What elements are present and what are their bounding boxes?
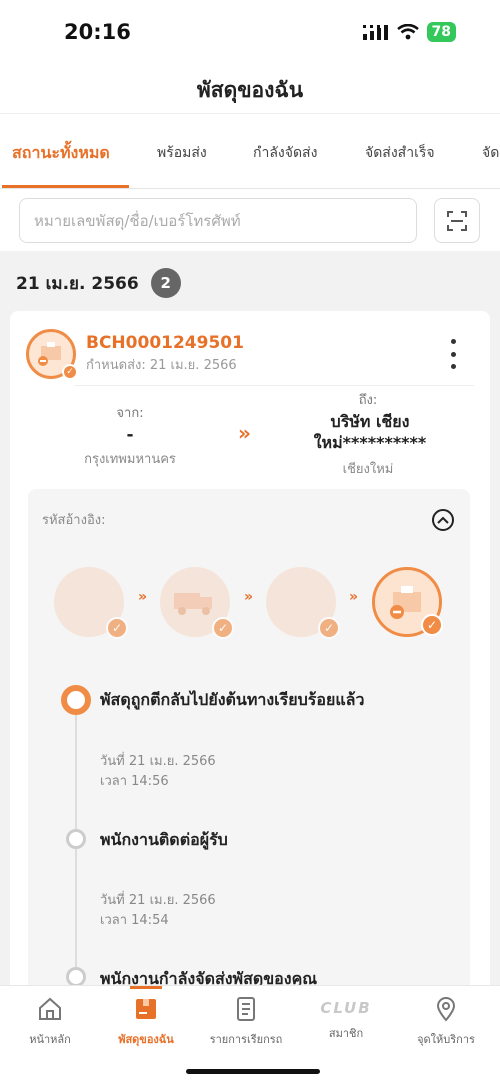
active-tab-indicator xyxy=(2,185,129,188)
cellular-signal-icon xyxy=(362,25,388,40)
timeline-line xyxy=(75,707,77,1001)
home-icon xyxy=(39,997,61,1020)
tab-in-transit[interactable]: กำลังจัดส่ง xyxy=(253,142,317,164)
step-out-for-delivery: ✓ xyxy=(266,567,340,639)
check-icon: ✓ xyxy=(318,617,340,639)
wifi-icon xyxy=(396,24,419,40)
nav-label: พัสดุของฉัน xyxy=(118,1033,174,1046)
chevron-right-icon: » xyxy=(349,589,359,605)
nav-service-points[interactable]: จุดให้บริการ xyxy=(396,996,496,1048)
nav-label: สมาชิก xyxy=(328,1027,364,1040)
chevron-right-icon: » xyxy=(244,589,254,605)
timeline-dot-current xyxy=(61,685,91,715)
step-returned: ✓ xyxy=(372,567,443,637)
search-input[interactable] xyxy=(19,198,417,243)
divider xyxy=(74,385,474,386)
step-in-transit: ✓ xyxy=(160,567,234,639)
sender-city: กรุงเทพมหานคร xyxy=(84,452,176,467)
collapse-button[interactable] xyxy=(432,509,454,531)
double-chevron-right-icon: » xyxy=(238,421,251,445)
check-icon: ✓ xyxy=(212,617,234,639)
scan-button[interactable] xyxy=(434,198,480,243)
page-title: พัสดุของฉัน xyxy=(196,78,304,102)
date-group-header: 21 เม.ย. 2566 2 xyxy=(16,268,181,298)
step-picked-up: ✓ xyxy=(54,567,128,639)
club-icon: CLUB xyxy=(320,999,372,1017)
battery-indicator: 78 xyxy=(426,22,456,42)
nav-home[interactable]: หน้าหลัก xyxy=(0,996,100,1048)
document-icon xyxy=(237,997,255,1021)
event-time: เวลา 14:56 xyxy=(100,774,169,789)
active-nav-indicator xyxy=(130,986,162,989)
nav-label: หน้าหลัก xyxy=(29,1033,71,1046)
status-tabs: สถานะทั้งหมด พร้อมส่ง กำลังจัดส่ง จัดส่ง… xyxy=(0,114,500,189)
check-icon: ✓ xyxy=(62,364,78,380)
parcel-icon xyxy=(136,999,156,1019)
recipient-city: เชียงใหม่ xyxy=(342,462,394,477)
tab-ready-to-ship[interactable]: พร้อมส่ง xyxy=(157,142,207,164)
check-icon: ✓ xyxy=(106,617,128,639)
bottom-navigation: หน้าหลัก พัสดุของฉัน รายการเรียกรถ CLUB … xyxy=(0,985,500,1082)
status-time: 20:16 xyxy=(64,20,131,44)
event-date: วันที่ 21 เม.ย. 2566 xyxy=(100,754,216,769)
home-indicator xyxy=(186,1069,320,1074)
group-date: 21 เม.ย. 2566 xyxy=(16,273,139,294)
nav-booking-list[interactable]: รายการเรียกรถ xyxy=(196,996,296,1048)
parcel-card[interactable]: ✓ BCH0001249501 กำหนดส่ง: 21 เม.ย. 2566 … xyxy=(10,311,490,1001)
group-count-badge: 2 xyxy=(150,268,181,298)
parcel-status-icon: ✓ xyxy=(26,329,78,380)
tracking-panel: รหัสอ้างอิง: ✓ » ✓ » ✓ » ✓ พัสดุถูกตีกลั… xyxy=(28,489,470,1001)
tab-all-status[interactable]: สถานะทั้งหมด xyxy=(12,141,110,166)
timeline-dot xyxy=(66,967,86,987)
search-bar xyxy=(0,189,500,251)
location-pin-icon xyxy=(436,997,456,1022)
status-icons: 78 xyxy=(362,22,456,42)
app-header: พัสดุของฉัน xyxy=(0,60,500,114)
sender-name: - xyxy=(126,425,134,445)
check-icon: ✓ xyxy=(421,614,443,636)
tab-delivered[interactable]: จัดส่งสำเร็จ xyxy=(365,142,435,164)
status-bar: 20:16 78 xyxy=(0,0,500,60)
due-date: กำหนดส่ง: 21 เม.ย. 2566 xyxy=(86,358,237,373)
nav-label: รายการเรียกรถ xyxy=(209,1033,283,1046)
nav-label: จุดให้บริการ xyxy=(417,1033,475,1046)
recipient-label: ถึง: xyxy=(358,393,378,408)
more-options-icon[interactable] xyxy=(446,339,460,369)
event-time: เวลา 14:54 xyxy=(100,913,169,928)
event-title: พนักงานติดต่อผู้รับ xyxy=(100,830,228,849)
chevron-up-icon xyxy=(437,516,449,524)
scan-icon xyxy=(447,210,467,231)
reference-label: รหัสอ้างอิง: xyxy=(42,513,106,528)
event-date: วันที่ 21 เม.ย. 2566 xyxy=(100,893,216,908)
event-title: พัสดุถูกตีกลับไปยังต้นทางเรียบร้อยแล้ว xyxy=(100,690,365,709)
chevron-right-icon: » xyxy=(138,589,148,605)
recipient-name: บริษัท เชียง ใหม่********** xyxy=(313,412,427,452)
nav-member[interactable]: CLUB สมาชิก xyxy=(296,996,396,1042)
sender-label: จาก: xyxy=(116,406,144,421)
timeline-dot xyxy=(66,829,86,849)
tracking-number[interactable]: BCH0001249501 xyxy=(86,333,244,353)
tab-more[interactable]: จัด xyxy=(482,142,499,164)
nav-my-parcels[interactable]: พัสดุของฉัน xyxy=(96,996,196,1048)
